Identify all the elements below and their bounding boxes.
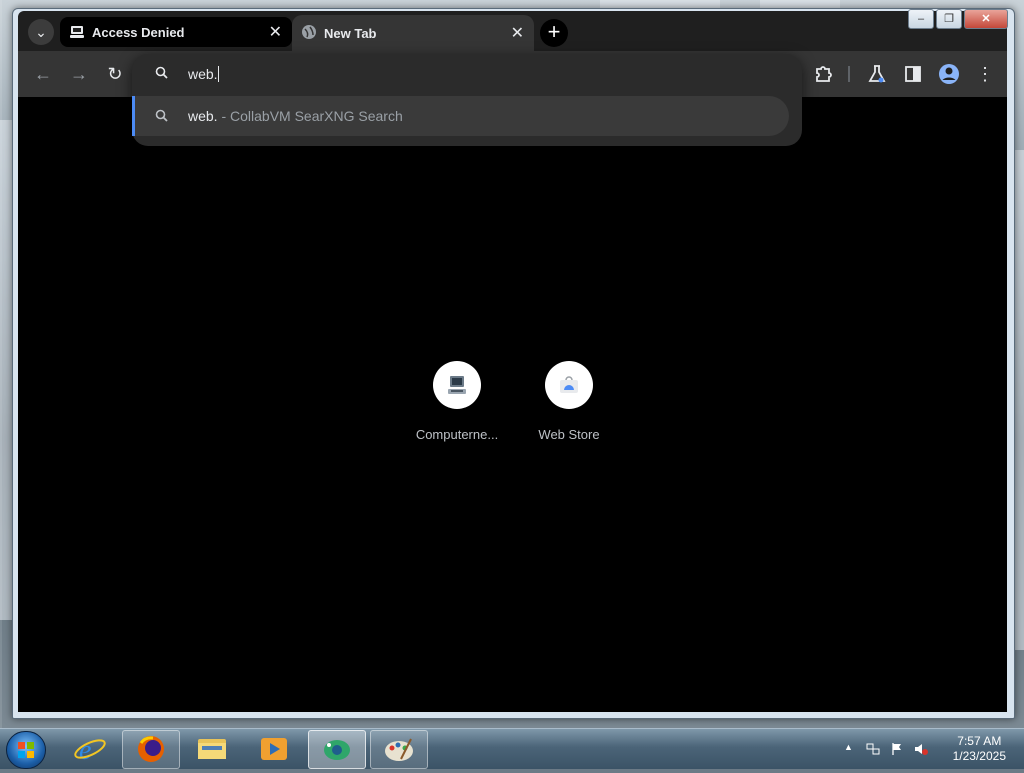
volume-muted-icon[interactable]	[914, 742, 928, 756]
shortcut-label: Web Store	[538, 427, 600, 442]
close-window-button[interactable]: ✕	[964, 9, 1008, 29]
shortcut-label: Computerne...	[415, 427, 499, 442]
media-player-icon	[261, 738, 287, 760]
address-bar[interactable]: web.	[132, 54, 802, 94]
side-panel-icon[interactable]	[901, 62, 925, 86]
suggestion-text: web. - CollabVM SearXNG Search	[188, 108, 403, 124]
window-controls: ‒ ❐ ✕	[908, 9, 1008, 29]
chevron-down-icon: ⌄	[35, 24, 47, 40]
address-input-value: web.	[188, 66, 218, 82]
taskbar-file-explorer[interactable]	[184, 730, 240, 767]
tab-title: New Tab	[324, 26, 377, 41]
internet-explorer-icon: e	[74, 735, 106, 766]
windows-logo-icon	[18, 742, 34, 758]
forward-button[interactable]: →	[68, 63, 90, 85]
clock-time: 7:57 AM	[957, 734, 1002, 748]
action-center-flag-icon[interactable]	[890, 742, 904, 756]
toolbar-divider	[848, 66, 850, 82]
back-button[interactable]: ←	[32, 63, 54, 85]
shortcut-web-store[interactable]: Web Store	[514, 361, 624, 442]
web-store-icon	[560, 376, 578, 393]
tab-new-tab[interactable]: New Tab ✕	[292, 15, 534, 51]
maximize-button[interactable]: ❐	[936, 9, 962, 29]
globe-icon	[302, 25, 316, 39]
shortcut-tile[interactable]	[545, 361, 593, 409]
close-tab-icon[interactable]: ✕	[269, 22, 282, 42]
suggestion-query: web.	[188, 108, 218, 124]
minimize-button[interactable]: ‒	[908, 9, 934, 29]
svg-text:e: e	[79, 735, 91, 766]
close-tab-icon[interactable]: ✕	[511, 23, 524, 43]
taskbar-internet-explorer[interactable]: e	[62, 730, 118, 767]
taskbar-firefox[interactable]	[122, 730, 180, 769]
start-button[interactable]	[6, 731, 46, 769]
taskbar: e ▲ 7:57 AM 1/23/2025	[0, 728, 1024, 769]
clock-date: 1/23/2025	[952, 749, 1006, 763]
profile-icon[interactable]	[937, 62, 961, 86]
search-icon	[155, 109, 168, 122]
suggestion-description: - CollabVM SearXNG Search	[217, 108, 403, 124]
taskbar-paint[interactable]	[370, 730, 428, 769]
tab-search-button[interactable]: ⌄	[28, 19, 54, 45]
more-menu-icon[interactable]: ⋮	[973, 62, 997, 86]
new-tab-page: Computerne... Web Store	[18, 97, 1007, 712]
computer-favicon	[70, 26, 84, 38]
shortcut-computernewb[interactable]: Computerne...	[402, 361, 512, 442]
file-explorer-icon	[198, 739, 226, 759]
firefox-icon	[138, 736, 164, 762]
taskbar-clock[interactable]: 7:57 AM 1/23/2025	[953, 734, 1006, 764]
paint-icon	[385, 738, 413, 761]
omnibox-popup: web. web. - CollabVM SearXNG Search	[132, 54, 802, 146]
computer-icon	[448, 376, 466, 394]
search-icon	[155, 66, 168, 79]
plus-icon: +	[547, 19, 561, 44]
text-caret	[217, 66, 219, 82]
tab-strip: ⌄ Access Denied ✕ New Tab ✕ +	[18, 11, 1007, 51]
address-input[interactable]: web.	[188, 66, 219, 82]
flask-labs-icon[interactable]	[865, 62, 889, 86]
chrome-app-icon	[324, 740, 350, 760]
omnibox-suggestion[interactable]: web. - CollabVM SearXNG Search	[132, 96, 789, 136]
show-hidden-icons-icon[interactable]: ▲	[844, 742, 858, 756]
system-tray: ▲ 7:57 AM 1/23/2025	[824, 729, 1024, 769]
puzzle-extensions-icon[interactable]	[811, 62, 835, 86]
new-tab-button[interactable]: +	[540, 19, 568, 47]
taskbar-media-player[interactable]	[246, 730, 302, 767]
shortcut-tile[interactable]	[433, 361, 481, 409]
taskbar-chrome-app[interactable]	[308, 730, 366, 769]
tab-title: Access Denied	[92, 25, 185, 40]
network-icon[interactable]	[866, 742, 880, 756]
reload-button[interactable]: ↻	[104, 63, 126, 85]
tab-access-denied[interactable]: Access Denied ✕	[60, 17, 292, 47]
